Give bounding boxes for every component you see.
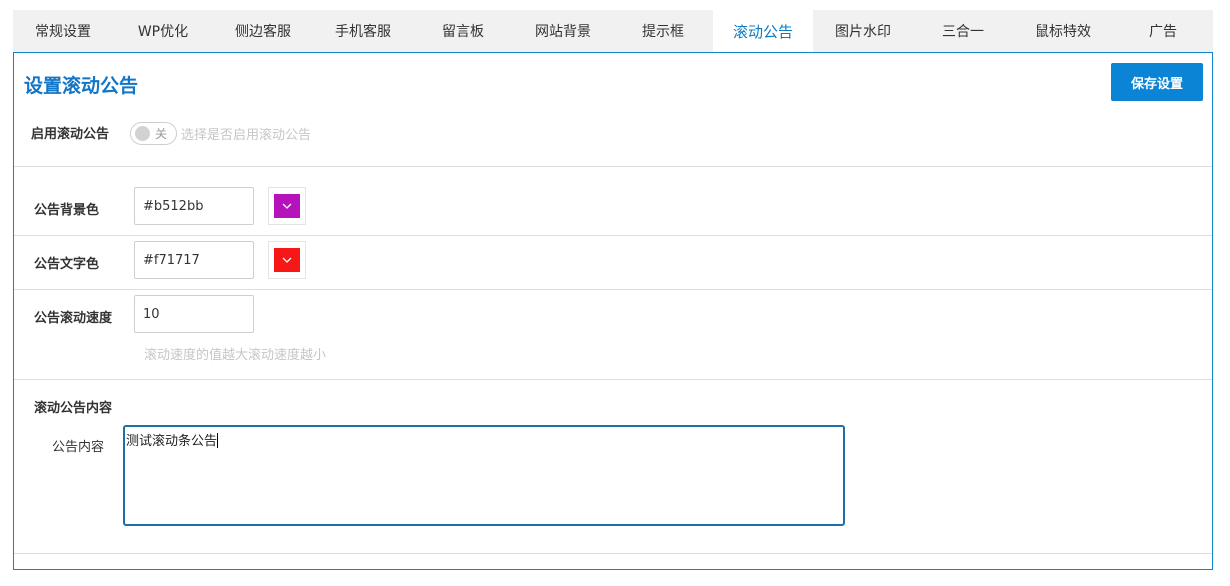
bg-color-input[interactable]: #b512bb (134, 187, 254, 225)
enable-announcement-toggle[interactable]: 关 (130, 122, 177, 145)
tab-7[interactable]: 滚动公告 (713, 10, 813, 52)
tab-2[interactable]: 侧边客服 (213, 10, 313, 52)
bg-color-label: 公告背景色 (34, 203, 100, 218)
enable-announcement-hint: 选择是否启用滚动公告 (181, 128, 312, 143)
text-color-picker[interactable] (268, 241, 306, 279)
tab-10[interactable]: 鼠标特效 (1013, 10, 1113, 52)
tab-9[interactable]: 三合一 (913, 10, 1013, 52)
save-settings-button[interactable]: 保存设置 (1111, 63, 1203, 101)
chevron-down-icon (282, 203, 292, 209)
text-color-swatch (274, 248, 300, 272)
scroll-speed-input[interactable]: 10 (134, 295, 254, 333)
tab-6[interactable]: 提示框 (613, 10, 713, 52)
announcement-settings-panel: 设置滚动公告 保存设置 启用滚动公告 关 选择是否启用滚动公告 公告背景色 #b… (13, 52, 1213, 570)
toggle-knob (135, 126, 150, 141)
announcement-content-text: 测试滚动条公告 (126, 434, 218, 449)
section-divider (14, 379, 1212, 380)
row-divider (14, 235, 1212, 236)
tab-5[interactable]: 网站背景 (513, 10, 613, 52)
text-cursor (217, 433, 219, 448)
tab-4[interactable]: 留言板 (413, 10, 513, 52)
scroll-speed-label: 公告滚动速度 (34, 311, 113, 326)
section-divider (14, 166, 1212, 167)
section-divider (14, 553, 1212, 554)
page-title: 设置滚动公告 (24, 75, 139, 97)
row-divider (14, 289, 1212, 290)
chevron-down-icon (282, 257, 292, 263)
settings-tab-bar: 常规设置 WP优化 侧边客服 手机客服 留言板 网站背景 提示框 滚动公告 图片水印 三合一 鼠标特… (13, 10, 1213, 52)
toggle-state-label: 关 (155, 127, 168, 141)
announcement-content-heading: 滚动公告内容 (34, 401, 113, 416)
tab-3[interactable]: 手机客服 (313, 10, 413, 52)
bg-color-picker[interactable] (268, 187, 306, 225)
tab-0[interactable]: 常规设置 (13, 10, 113, 52)
text-color-label: 公告文字色 (34, 257, 100, 272)
bg-color-swatch (274, 194, 300, 218)
tab-8[interactable]: 图片水印 (813, 10, 913, 52)
tab-11[interactable]: 广告 (1113, 10, 1213, 52)
announcement-content-textarea[interactable]: 测试滚动条公告 (123, 425, 845, 526)
scroll-speed-hint: 滚动速度的值越大滚动速度越小 (144, 348, 327, 363)
enable-announcement-label: 启用滚动公告 (31, 127, 110, 142)
tab-1[interactable]: WP优化 (113, 10, 213, 52)
text-color-input[interactable]: #f71717 (134, 241, 254, 279)
announcement-content-label: 公告内容 (52, 440, 105, 455)
